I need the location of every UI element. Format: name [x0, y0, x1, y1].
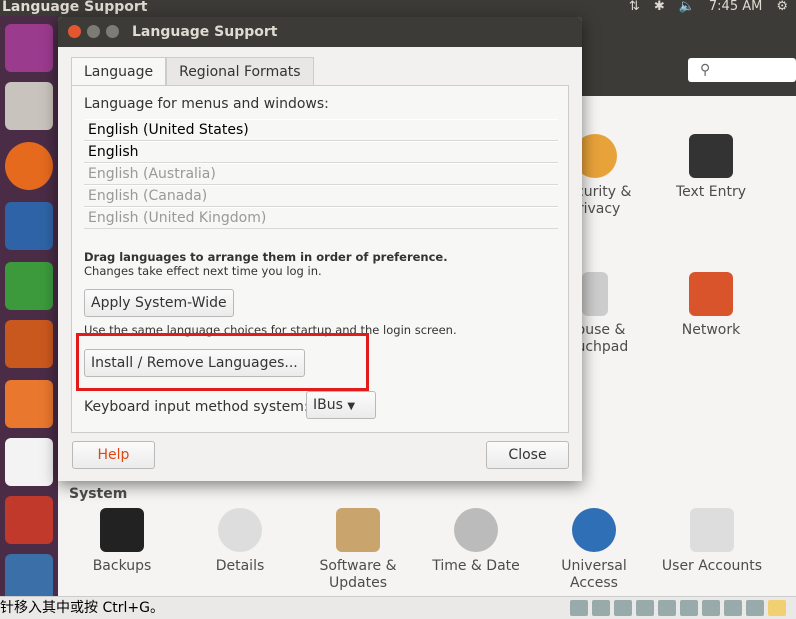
list-item[interactable]: English (United Kingdom) [84, 207, 558, 229]
highlight-box [76, 333, 369, 391]
cd-icon[interactable] [592, 600, 610, 616]
settings-item-details[interactable]: Details [185, 508, 295, 575]
status-bar: 针移入其中或按 Ctrl+G。 [0, 596, 796, 619]
network-icon[interactable]: ⇅ [629, 0, 640, 14]
audio-icon[interactable] [702, 600, 720, 616]
keyboard-input-select[interactable]: IBus ▼ [306, 391, 376, 419]
dialog-titlebar: Language Support [58, 17, 582, 47]
system-settings-icon[interactable] [5, 496, 53, 544]
list-item[interactable]: English [84, 141, 558, 163]
tab-regional-formats[interactable]: Regional Formats [166, 57, 314, 85]
app-title: Language Support [2, 0, 148, 15]
keyboard-input-label: Keyboard input method system: [84, 399, 309, 415]
display-icon[interactable] [724, 600, 742, 616]
change-hint: Changes take effect next time you log in… [84, 264, 322, 278]
settings-item-universal-access[interactable]: Universal Access [539, 508, 649, 592]
floppy-icon[interactable] [636, 600, 654, 616]
impress-icon[interactable] [5, 320, 53, 368]
network-adapter-icon[interactable] [658, 600, 676, 616]
printer-icon[interactable] [680, 600, 698, 616]
settings-item-network[interactable]: Network [656, 272, 766, 339]
launcher [0, 16, 58, 602]
search-input[interactable]: ⚲ [688, 58, 796, 82]
help-button[interactable]: Help [72, 441, 155, 469]
settings-item-text-entry[interactable]: Text Entry [656, 134, 766, 201]
workspace-icon[interactable] [5, 554, 53, 602]
tray-icons [570, 600, 786, 616]
settings-item-user-accounts[interactable]: User Accounts [657, 508, 767, 575]
chevron-down-icon: ▼ [347, 401, 356, 412]
settings-item-software-updates[interactable]: Software & Updates [303, 508, 413, 592]
list-item[interactable]: English (United States) [84, 119, 558, 141]
amazon-icon[interactable] [5, 438, 53, 486]
list-item[interactable]: English (Canada) [84, 185, 558, 207]
section-system: System [69, 486, 128, 502]
tab-language[interactable]: Language [71, 57, 167, 86]
firefox-icon[interactable] [5, 142, 53, 190]
search-icon: ⚲ [700, 62, 711, 78]
webcam-icon[interactable] [746, 600, 764, 616]
settings-item-backups[interactable]: Backups [67, 508, 177, 575]
disk-icon[interactable] [570, 600, 588, 616]
cd-icon[interactable] [614, 600, 632, 616]
gear-icon[interactable]: ⚙ [776, 0, 788, 14]
software-center-icon[interactable] [5, 380, 53, 428]
list-label: Language for menus and windows: [84, 96, 329, 112]
calc-icon[interactable] [5, 262, 53, 310]
list-item[interactable]: English (Australia) [84, 163, 558, 185]
status-text: 针移入其中或按 Ctrl+G。 [0, 600, 164, 616]
settings-item-time-date[interactable]: Time & Date [421, 508, 531, 575]
close-button[interactable]: Close [486, 441, 569, 469]
drag-hint: Drag languages to arrange them in order … [84, 250, 448, 264]
dialog-title: Language Support [132, 24, 278, 40]
bluetooth-icon[interactable]: ✱ [654, 0, 665, 14]
clock[interactable]: 7:45 AM [709, 0, 762, 14]
ubuntu-icon[interactable] [5, 24, 53, 72]
language-support-dialog: Language Support Language Regional Forma… [58, 17, 582, 481]
note-icon[interactable] [768, 600, 786, 616]
minimize-icon[interactable] [87, 25, 100, 38]
language-list: English (United States) English English … [84, 119, 558, 229]
maximize-icon[interactable] [106, 25, 119, 38]
volume-icon[interactable]: 🔈 [679, 0, 695, 14]
top-panel: Language Support ⇅ ✱ 🔈 7:45 AM ⚙ [0, 0, 796, 16]
writer-icon[interactable] [5, 202, 53, 250]
apply-system-wide-button[interactable]: Apply System-Wide [84, 289, 234, 317]
close-window-icon[interactable] [68, 25, 81, 38]
files-icon[interactable] [5, 82, 53, 130]
